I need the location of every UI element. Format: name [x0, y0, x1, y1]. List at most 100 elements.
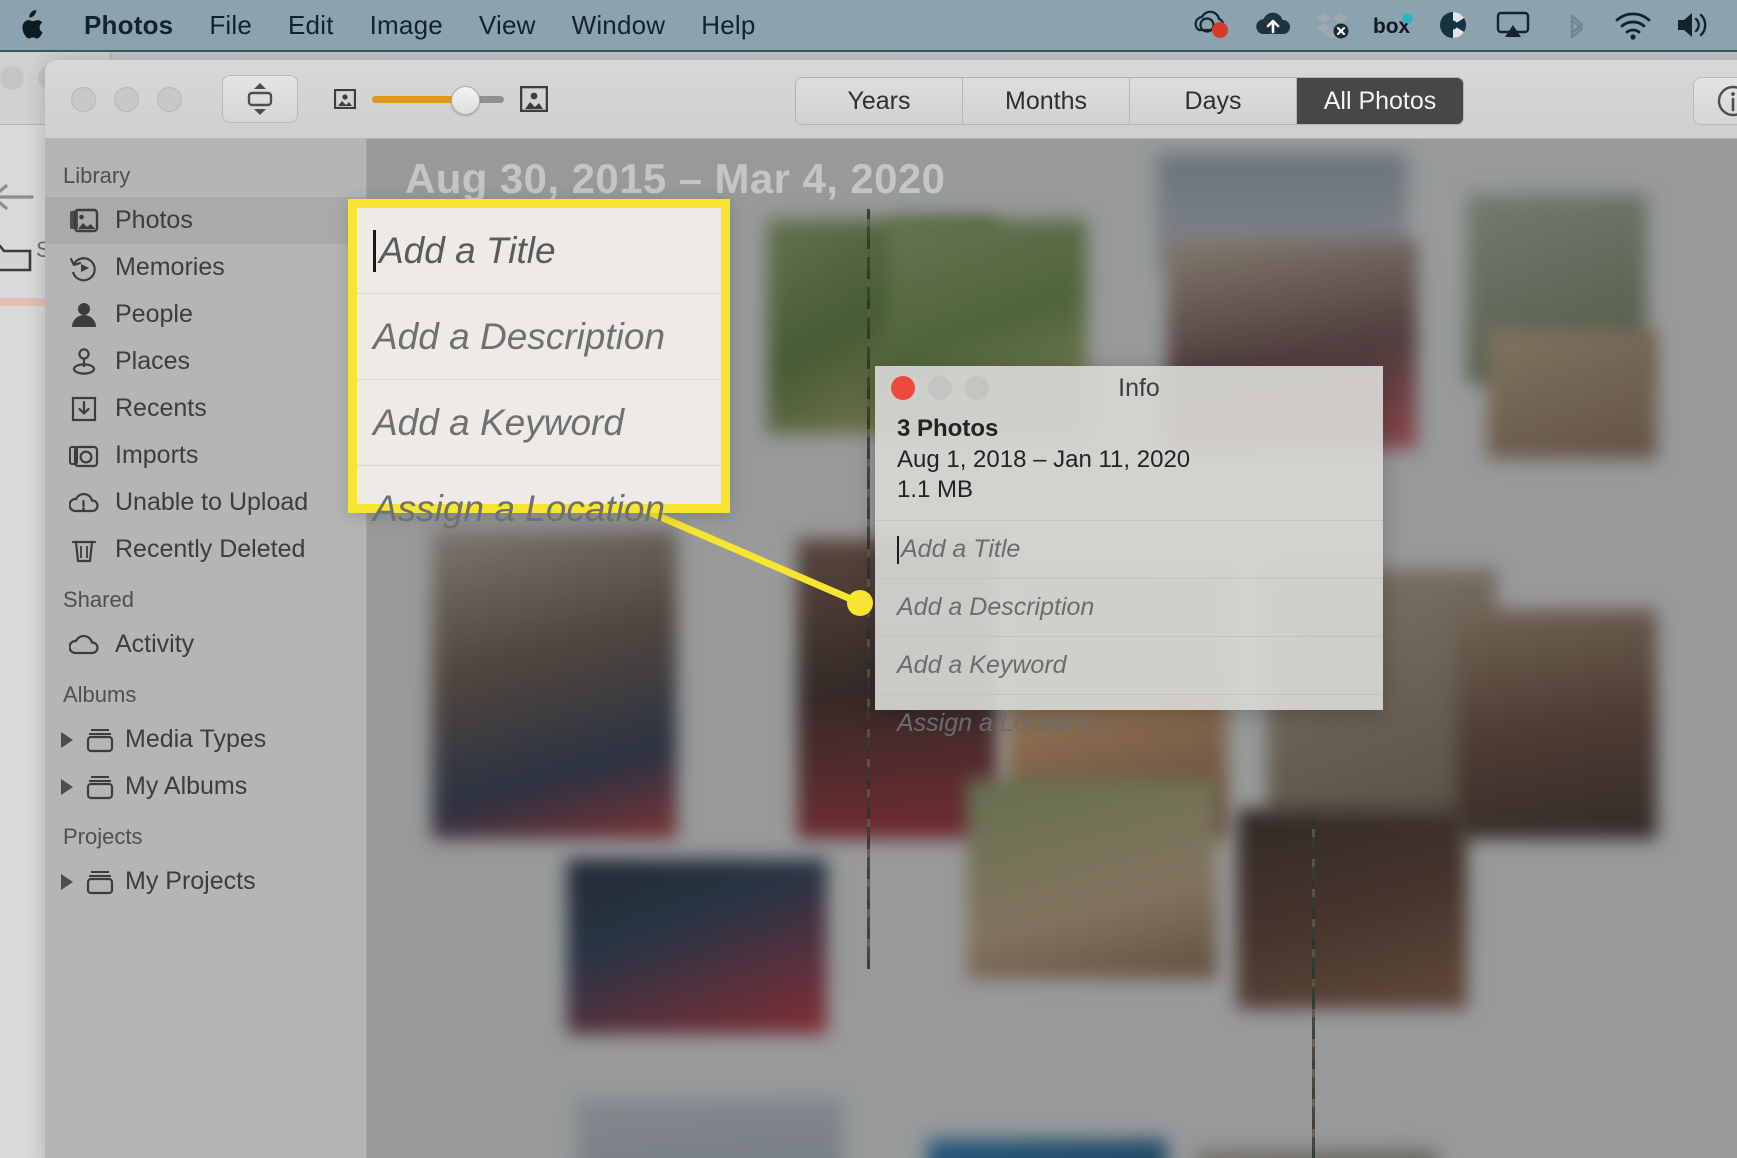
info-toolbar-button[interactable] — [1693, 77, 1737, 125]
sidebar-group-shared: Shared — [63, 587, 134, 612]
volume-icon[interactable] — [1673, 8, 1713, 42]
sidebar-item-unable-to-upload[interactable]: Unable to Upload — [45, 479, 366, 526]
trash-icon — [71, 540, 97, 562]
callout-location-field[interactable]: Assign a Location — [357, 466, 721, 552]
callout-description-placeholder: Add a Description — [373, 315, 666, 357]
photo-thumbnail[interactable] — [967, 779, 1217, 979]
photo-thumbnail[interactable] — [1487, 329, 1657, 459]
places-pin-icon — [72, 347, 96, 375]
airplay-icon[interactable] — [1493, 8, 1533, 42]
callout-description-field[interactable]: Add a Description — [357, 294, 721, 380]
bluetooth-icon[interactable] — [1553, 8, 1593, 42]
sidebar-item-label: Photos — [115, 206, 193, 234]
cloud-upload-icon[interactable] — [1253, 8, 1293, 42]
large-thumbnail-icon[interactable] — [520, 86, 548, 112]
back-arrow-icon[interactable] — [0, 182, 34, 212]
sidebar-item-imports[interactable]: Imports — [45, 432, 366, 479]
zoom-button[interactable] — [157, 86, 182, 112]
imports-camera-icon — [69, 445, 99, 467]
sidebar-item-people[interactable]: People — [45, 291, 366, 338]
magnified-callout: Add a Title Add a Description Add a Keyw… — [348, 199, 730, 529]
cloud-sync-alert-icon[interactable] — [1193, 8, 1233, 42]
zoom-slider-track[interactable] — [372, 85, 504, 115]
callout-title-placeholder: Add a Title — [379, 229, 556, 271]
menu-item-photos[interactable]: Photos — [66, 10, 191, 41]
recents-download-icon — [71, 396, 97, 421]
sidebar-item-label: My Projects — [125, 867, 256, 895]
photo-thumbnail[interactable] — [577, 1099, 842, 1158]
sidebar-item-label: Places — [115, 347, 191, 375]
sidebar-item-memories[interactable]: Memories — [45, 244, 366, 291]
sidebar-item-media-types[interactable]: Media Types — [45, 716, 366, 763]
sidebar-item-recents[interactable]: Recents — [45, 385, 366, 432]
sidebar-item-label: People — [115, 300, 193, 328]
info-panel[interactable]: Info 3 Photos Aug 1, 2018 – Jan 11, 2020… — [875, 366, 1383, 737]
date-range-heading: Aug 30, 2015 – Mar 4, 2020 — [405, 155, 946, 202]
callout-keyword-placeholder: Add a Keyword — [373, 401, 624, 443]
aperture-icon[interactable] — [1433, 8, 1473, 42]
tab-all-photos[interactable]: All Photos — [1297, 78, 1463, 124]
photos-sidebar: Library Photos Memories People Places Re… — [45, 139, 367, 1158]
chevron-right-icon[interactable] — [61, 873, 73, 890]
info-panel-metadata: 3 Photos Aug 1, 2018 – Jan 11, 2020 1.1 … — [875, 410, 1383, 520]
info-location-field[interactable]: Assign a Location — [875, 694, 1383, 752]
callout-keyword-field[interactable]: Add a Keyword — [357, 380, 721, 466]
chevron-right-icon[interactable] — [61, 731, 73, 748]
zoom-slider-knob[interactable] — [451, 85, 481, 115]
tab-days[interactable]: Days — [1130, 78, 1297, 124]
sidebar-item-activity[interactable]: Activity — [45, 621, 366, 668]
info-keyword-field[interactable]: Add a Keyword — [875, 636, 1383, 694]
small-thumbnail-icon[interactable] — [334, 89, 356, 109]
resize-vertical-button[interactable] — [222, 75, 298, 123]
photo-thumbnail[interactable] — [1197, 1149, 1437, 1158]
close-button[interactable] — [71, 86, 96, 112]
sidebar-item-label: Memories — [115, 253, 225, 281]
folder-icon[interactable] — [0, 238, 32, 274]
menu-item-edit[interactable]: Edit — [270, 10, 352, 41]
sidebar-item-places[interactable]: Places — [45, 338, 366, 385]
info-date-range: Aug 1, 2018 – Jan 11, 2020 — [897, 445, 1191, 473]
dropbox-error-icon[interactable] — [1313, 8, 1353, 42]
tab-months[interactable]: Months — [963, 78, 1130, 124]
menu-item-window[interactable]: Window — [554, 10, 684, 41]
info-circle-icon — [1717, 85, 1737, 117]
photo-thumbnail[interactable] — [432, 529, 677, 839]
people-icon — [72, 302, 96, 327]
menu-item-help[interactable]: Help — [683, 10, 773, 41]
menu-item-view[interactable]: View — [461, 10, 554, 41]
sidebar-group-albums: Albums — [63, 682, 137, 707]
sidebar-item-label: Unable to Upload — [115, 488, 309, 516]
chevron-right-icon[interactable] — [61, 778, 73, 795]
photo-thumbnail[interactable] — [567, 859, 827, 1034]
wifi-icon[interactable] — [1613, 8, 1653, 42]
bg-close-button[interactable] — [0, 66, 24, 90]
menu-item-file[interactable]: File — [191, 10, 270, 41]
sidebar-item-my-albums[interactable]: My Albums — [45, 763, 366, 810]
text-caret — [373, 229, 376, 272]
photos-toolbar: Years Months Days All Photos — [45, 60, 1737, 139]
callout-title-field[interactable]: Add a Title — [357, 208, 721, 294]
memories-icon — [69, 256, 96, 281]
photo-grid-divider — [1312, 819, 1315, 1158]
album-stack-icon — [86, 728, 114, 752]
box-icon[interactable]: box — [1373, 8, 1413, 42]
view-mode-segmented-control[interactable]: Years Months Days All Photos — [795, 77, 1464, 125]
menu-item-image[interactable]: Image — [352, 10, 461, 41]
photo-thumbnail[interactable] — [1457, 609, 1657, 839]
sidebar-item-my-projects[interactable]: My Projects — [45, 858, 366, 905]
info-description-field[interactable]: Add a Description — [875, 578, 1383, 636]
macos-menu-bar: Photos File Edit Image View Window Help — [0, 0, 1737, 52]
sidebar-item-photos[interactable]: Photos — [45, 197, 366, 244]
photo-grid-divider — [867, 209, 870, 969]
minimize-button[interactable] — [114, 86, 139, 112]
tab-years[interactable]: Years — [796, 78, 963, 124]
photo-thumbnail[interactable] — [1237, 809, 1467, 1009]
apple-logo-icon[interactable] — [18, 10, 44, 40]
info-location-placeholder: Assign a Location — [897, 709, 1095, 738]
photo-thumbnail[interactable] — [927, 1139, 1167, 1158]
sidebar-group-projects: Projects — [63, 824, 143, 849]
info-title-field[interactable]: Add a Title — [875, 520, 1383, 578]
info-file-size: 1.1 MB — [897, 476, 974, 504]
thumbnail-zoom-slider[interactable] — [334, 85, 548, 115]
sidebar-item-recently-deleted[interactable]: Recently Deleted — [45, 526, 366, 573]
